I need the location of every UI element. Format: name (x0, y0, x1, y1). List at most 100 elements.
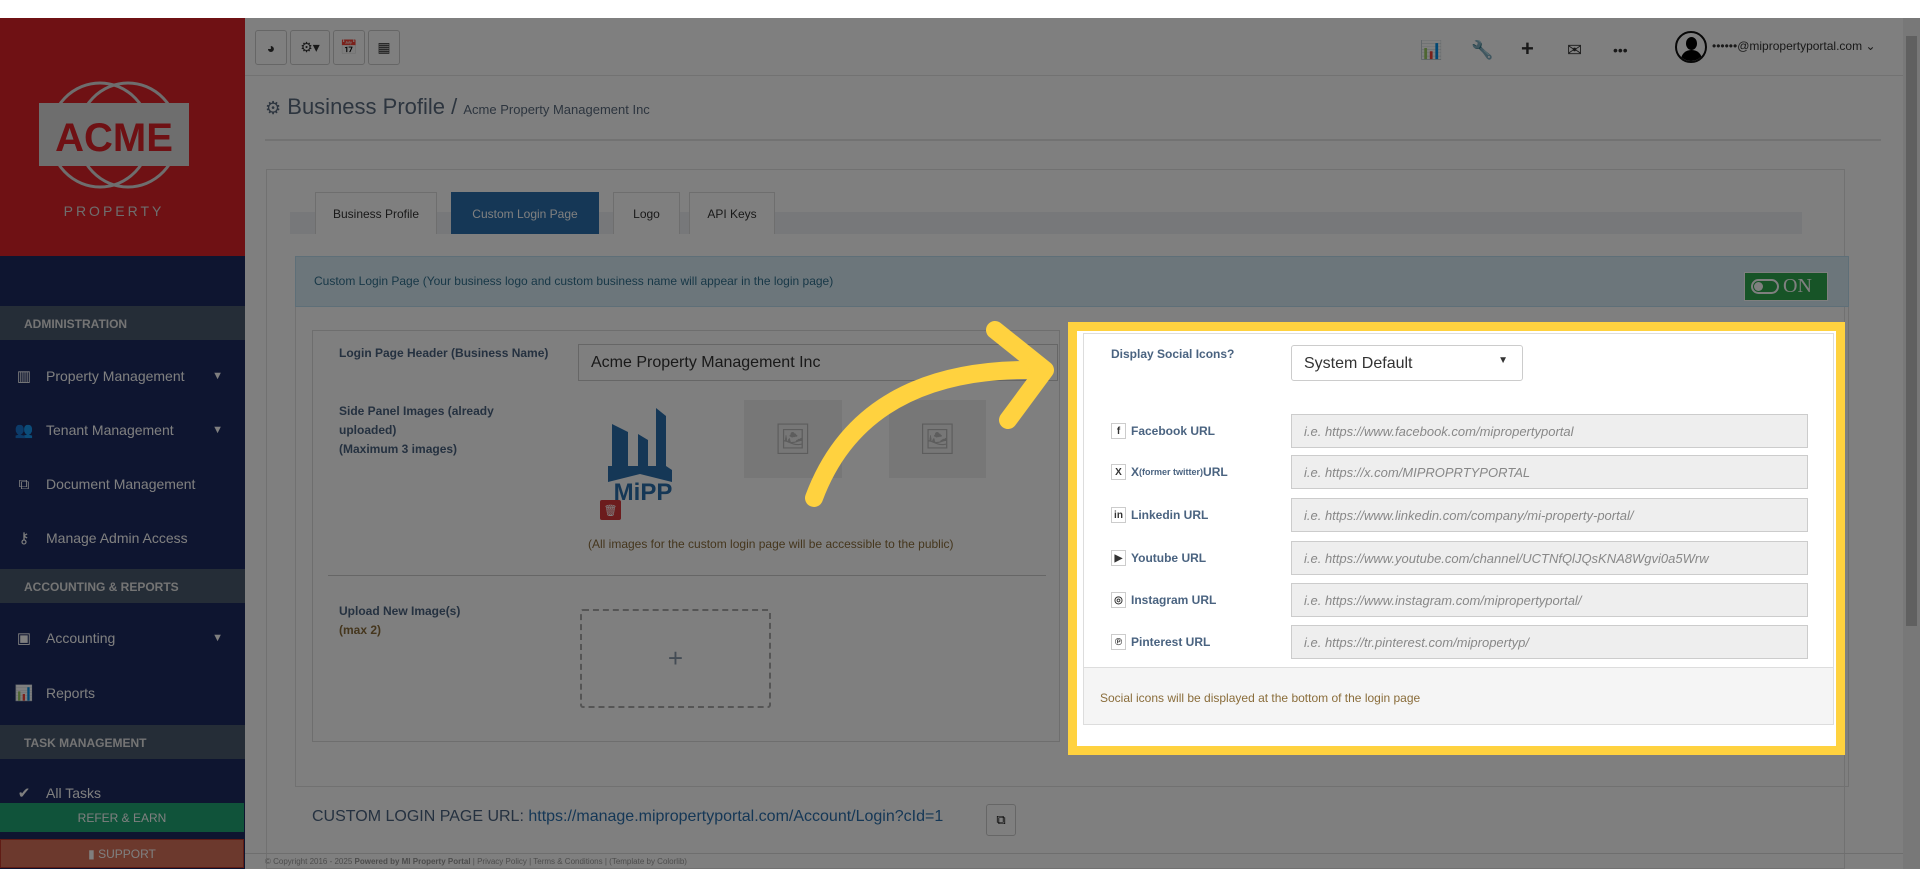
social-icon: ℗ (1111, 634, 1126, 650)
section-administration: ADMINISTRATION (0, 306, 245, 340)
bar-chart-icon: 📊 (14, 685, 34, 702)
calculator-button[interactable]: ▦ (368, 30, 400, 65)
sidebar-item-manage-admin-access[interactable]: ⚷ Manage Admin Access (0, 518, 245, 558)
page-title: ⚙ Business Profile / Acme Property Manag… (265, 94, 650, 120)
tab-business-profile[interactable]: Business Profile (315, 192, 437, 234)
plus-icon[interactable]: + (1521, 36, 1534, 62)
panel-header: Custom Login Page (Your business logo an… (295, 256, 1849, 307)
label-line: (max 2) (339, 623, 382, 637)
dashboard-button[interactable]: ◕ (255, 30, 287, 65)
social-icon: ◎ (1111, 592, 1126, 608)
top-toolbar (245, 18, 1903, 76)
arrow-annotation-icon (805, 321, 1054, 507)
sidebar-item-reports[interactable]: 📊 Reports (0, 673, 245, 713)
social-url-input-2[interactable]: i.e. https://www.linkedin.com/company/mi… (1291, 498, 1808, 532)
social-footer-note: Social icons will be displayed at the bo… (1100, 691, 1421, 705)
chevron-down-icon: ▼ (212, 632, 223, 644)
acme-logo-icon: ACME PROPERTY (39, 81, 189, 219)
check-icon: ✔ (17, 785, 31, 802)
sidebar-item-document-management[interactable]: ⧉ Document Management (0, 464, 245, 504)
social-label: Linkedin URL (1131, 508, 1209, 522)
refer-earn-button[interactable]: REFER & EARN (0, 803, 244, 832)
mipp-building-icon: MiPP (608, 408, 673, 506)
reports-icon[interactable]: 📊 (1420, 40, 1442, 61)
footer-links[interactable]: | Privacy Policy | Terms & Conditions | (473, 857, 607, 866)
custom-login-toggle[interactable]: ON (1744, 272, 1828, 301)
social-url-input-0[interactable]: i.e. https://www.facebook.com/miproperty… (1291, 414, 1808, 448)
scrollbar-thumb[interactable] (1906, 36, 1917, 626)
section-task-management: TASK MANAGEMENT (0, 725, 245, 759)
social-url-input-3[interactable]: i.e. https://www.youtube.com/channel/UCT… (1291, 541, 1808, 575)
social-label: X (1131, 465, 1140, 479)
divider (265, 139, 1881, 141)
toggle-on-icon (1751, 279, 1779, 294)
sidebar-item-tenant-management[interactable]: 👥 Tenant Management ▼ (0, 410, 245, 450)
social-label-1: XX (former twitter) URL (1111, 455, 1228, 489)
chevron-down-icon: ⌄ (1865, 39, 1876, 53)
tab-custom-login-page[interactable]: Custom Login Page (451, 192, 599, 234)
social-label: Pinterest URL (1131, 635, 1211, 649)
tab-logo[interactable]: Logo (613, 192, 680, 234)
url-link[interactable]: https://manage.mipropertyportal.com/Acco… (528, 808, 943, 825)
scrollbar[interactable] (1903, 18, 1920, 869)
trash-icon: 🗑 (603, 504, 618, 517)
sidebar-item-label: All Tasks (46, 785, 101, 801)
display-social-select[interactable]: System Default ▼ (1291, 345, 1523, 381)
social-url-input-1[interactable]: i.e. https://x.com/MIPROPRTYPORTAL (1291, 455, 1808, 489)
key-icon: ⚷ (18, 530, 30, 547)
avatar[interactable] (1675, 31, 1707, 63)
powered-by-link[interactable]: Powered by MI Property Portal (355, 857, 471, 866)
social-icon: X (1111, 464, 1126, 480)
social-label-suffix: URL (1203, 465, 1228, 479)
sidebar-item-property-management[interactable]: ▥ Property Management ▼ (0, 356, 245, 396)
custom-login-url: CUSTOM LOGIN PAGE URL: https://manage.mi… (312, 808, 943, 826)
label-line: uploaded) (339, 423, 397, 437)
social-icon: ▶ (1111, 550, 1126, 566)
copyright: © Copyright 2016 - 2025 (265, 857, 353, 866)
breadcrumb-subtitle: Acme Property Management Inc (463, 102, 650, 117)
footer: © Copyright 2016 - 2025 Powered by MI Pr… (245, 853, 1903, 869)
toggle-label: ON (1783, 275, 1812, 297)
calculator-icon: ▦ (377, 39, 391, 55)
svg-text:ACME: ACME (55, 116, 173, 160)
upload-dropzone[interactable]: + (580, 609, 771, 708)
calendar-button[interactable]: 📅 (333, 30, 365, 65)
section-accounting-reports: ACCOUNTING & REPORTS (0, 569, 245, 603)
title-separator: / (451, 94, 458, 119)
social-url-input-4[interactable]: i.e. https://www.instagram.com/mipropert… (1291, 583, 1808, 617)
sidebar-item-label: Manage Admin Access (46, 530, 188, 546)
copy-url-button[interactable]: ⧉ (986, 804, 1016, 836)
gear-icon: ⚙ (265, 98, 282, 118)
dashboard-icon: ◕ (266, 39, 276, 56)
app-window: ACME PROPERTY ADMINISTRATION ▥ Property M… (0, 18, 1920, 869)
upload-label: Upload New Image(s) (max 2) (339, 602, 460, 640)
settings-dropdown-button[interactable]: ⚙▾ (290, 30, 330, 65)
mipp-logo-image: MiPP (600, 404, 686, 506)
building-icon: ▥ (16, 368, 32, 385)
social-label: Instagram URL (1131, 593, 1217, 607)
label-line: Upload New Image(s) (339, 604, 461, 618)
svg-text:MiPP: MiPP (614, 479, 673, 502)
divider (328, 575, 1046, 576)
more-icon[interactable]: ••• (1613, 42, 1628, 58)
social-label-5: ℗ Pinterest URL (1111, 625, 1210, 659)
svg-text:PROPERTY: PROPERTY (64, 203, 165, 219)
social-label-0: f Facebook URL (1111, 414, 1215, 448)
delete-image-button[interactable]: 🗑 (600, 500, 621, 520)
social-url-input-5[interactable]: i.e. https://tr.pinterest.com/miproperty… (1291, 625, 1808, 659)
mail-icon[interactable]: ✉ (1567, 40, 1582, 61)
template-credit: (Template by Colorlib) (609, 857, 687, 866)
user-email: ••••••@mipropertyportal.com (1712, 39, 1863, 53)
gear-icon: ⚙▾ (300, 39, 320, 55)
book-icon: ▮ (88, 846, 99, 861)
images-public-note: (All images for the custom login page wi… (588, 537, 954, 551)
chevron-down-icon: ▼ (212, 424, 223, 436)
user-menu[interactable]: ••••••@mipropertyportal.com ⌄ (1712, 39, 1876, 53)
wrench-icon[interactable]: 🔧 (1471, 40, 1493, 61)
label-line: (Maximum 3 images) (339, 442, 458, 456)
tab-api-keys[interactable]: API Keys (689, 192, 775, 234)
support-button[interactable]: ▮ SUPPORT (0, 839, 244, 868)
sidebar-item-accounting[interactable]: ▣ Accounting ▼ (0, 618, 245, 658)
sidebar-item-label: Tenant Management (46, 422, 174, 438)
chevron-down-icon: ▼ (212, 370, 223, 382)
